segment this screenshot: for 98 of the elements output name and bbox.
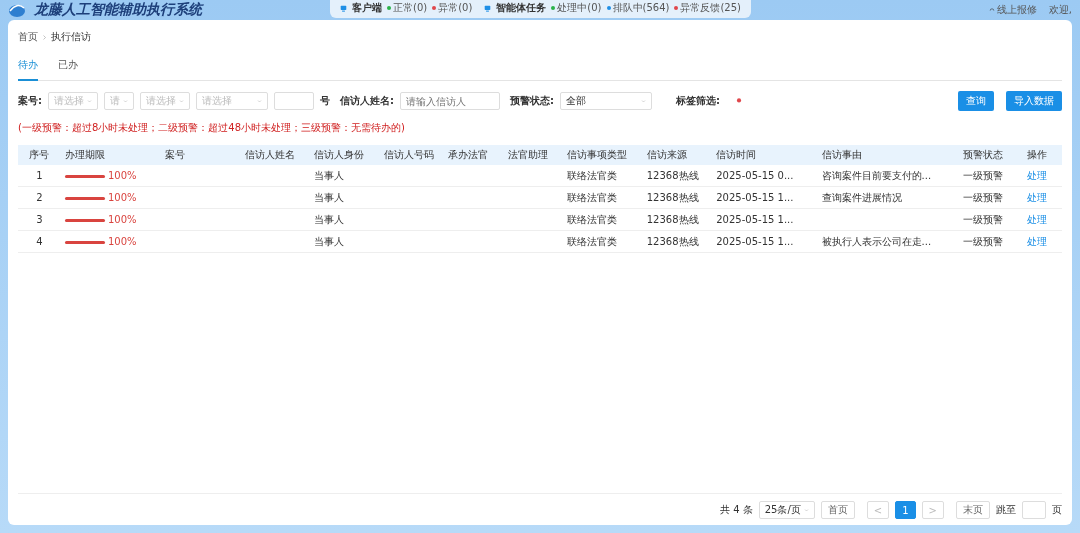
column-header: 预警状态: [958, 145, 1024, 165]
table-cell: 一级预警: [962, 213, 1003, 225]
column-header: 信访人号码: [379, 145, 445, 165]
table-cell: 2025-05-15 1...: [716, 192, 794, 203]
table-cell: 2: [36, 192, 43, 203]
process-link[interactable]: 处理: [1027, 213, 1048, 225]
process-link[interactable]: 处理: [1027, 169, 1048, 181]
column-header: 信访人姓名: [240, 145, 311, 165]
progress-percent: 100%: [107, 192, 137, 203]
last-page-button[interactable]: 末页: [956, 501, 990, 519]
logo-icon: [8, 2, 26, 18]
caret-icon: [87, 98, 92, 104]
chevron-icon: [42, 34, 47, 40]
table-cell: 被执行人表示公司在走...: [821, 235, 932, 247]
column-header: 案号: [161, 145, 241, 165]
tab[interactable]: 已办: [58, 54, 78, 81]
progress-percent: 100%: [107, 170, 137, 181]
table-cell: 2025-05-15 0...: [716, 170, 794, 181]
status-count: 异常反馈(25): [674, 1, 741, 15]
status-count: 处理中(0): [551, 1, 602, 15]
table-cell: 联络法官类: [566, 235, 617, 247]
status-count: 排队中(564): [606, 1, 670, 15]
page-input[interactable]: [1022, 501, 1046, 519]
input-field[interactable]: 请输入信访人: [400, 92, 500, 110]
import-button[interactable]: 导入数据: [1006, 91, 1062, 111]
app-title: 龙藤人工智能辅助执行系统: [34, 1, 202, 19]
table-cell: 联络法官类: [566, 169, 617, 181]
caret-icon: [257, 98, 262, 104]
table-cell: 当事人: [314, 191, 345, 203]
caret-icon: [179, 98, 184, 104]
table-cell: 1: [36, 170, 43, 181]
process-link[interactable]: 处理: [1027, 191, 1048, 203]
progress-percent: 100%: [107, 236, 137, 247]
table-cell: 当事人: [314, 169, 345, 181]
pin-icon: [736, 98, 742, 104]
select-field[interactable]: 请: [104, 92, 134, 110]
table-cell: 12368热线: [646, 169, 699, 181]
breadcrumb-current: 执行信访: [51, 30, 91, 44]
field-label: 预警状态:: [510, 94, 554, 108]
select-field[interactable]: 请选择: [140, 92, 190, 110]
caret-icon: [803, 507, 809, 513]
tab[interactable]: 待办: [18, 54, 38, 81]
status-count: 正常(0): [387, 1, 428, 15]
select-field[interactable]: 请选择: [196, 92, 268, 110]
table-cell: 2025-05-15 1...: [716, 236, 794, 247]
select-field[interactable]: 全部: [560, 92, 652, 110]
status-count: 异常(0): [432, 1, 473, 15]
column-header: 办理期限: [60, 145, 162, 165]
table-cell: 一级预警: [962, 169, 1003, 181]
column-header: 信访事由: [817, 145, 959, 165]
field-label: 号: [320, 94, 330, 108]
table-cell: 查询案件进展情况: [821, 191, 902, 203]
table-cell: 联络法官类: [566, 213, 617, 225]
table-cell: 一级预警: [962, 191, 1003, 203]
column-header: 承办法官: [444, 145, 504, 165]
table-cell: 当事人: [314, 235, 345, 247]
column-header: 信访人身份: [310, 145, 380, 165]
total-count: 共 4 条: [720, 503, 753, 517]
field-label: 案号:: [18, 94, 42, 108]
status-group-label: 智能体任务: [496, 1, 547, 15]
page-button[interactable]: 1: [895, 501, 916, 519]
column-header: 法官助理: [503, 145, 563, 165]
breadcrumb-link[interactable]: 首页: [18, 30, 38, 44]
column-header: 操作: [1023, 145, 1062, 165]
page-size-select[interactable]: 25条/页: [758, 501, 815, 519]
progress-percent: 100%: [107, 214, 137, 225]
prev-page-button[interactable]: <: [866, 501, 890, 519]
goto-label: 页: [1052, 503, 1062, 517]
column-header: 序号: [18, 145, 61, 165]
warning-note: (一级预警：超过8小时未处理；二级预警：超过48小时未处理；三级预警：无需待办的): [18, 121, 406, 135]
table-cell: 12368热线: [646, 213, 699, 225]
table-cell: 3: [36, 214, 43, 225]
table-cell: 联络法官类: [566, 191, 617, 203]
column-header: 信访来源: [642, 145, 713, 165]
select-field[interactable]: 请选择: [48, 92, 98, 110]
goto-label: 跳至: [996, 503, 1016, 517]
repair-link[interactable]: 线上报修: [988, 3, 1037, 17]
table-cell: 12368热线: [646, 235, 699, 247]
table-cell: 4: [36, 236, 43, 247]
table-cell: 咨询案件目前要支付的...: [821, 169, 932, 181]
search-button[interactable]: 查询: [958, 91, 994, 111]
field-label: 信访人姓名:: [340, 94, 394, 108]
status-group-label: 客户端: [352, 1, 382, 15]
field-label: 标签筛选:: [676, 94, 720, 108]
next-page-button[interactable]: >: [921, 501, 944, 519]
column-header: 信访时间: [712, 145, 818, 165]
caret-icon: [641, 98, 646, 104]
table-cell: 一级预警: [962, 235, 1003, 247]
first-page-button[interactable]: 首页: [820, 501, 855, 519]
monitor-icon: [340, 4, 347, 12]
input-field[interactable]: [274, 92, 314, 110]
welcome-text: 欢迎,: [1048, 3, 1072, 17]
table-cell: 2025-05-15 1...: [716, 214, 794, 225]
table-cell: 当事人: [314, 213, 345, 225]
caret-icon: [123, 98, 128, 104]
column-header: 信访事项类型: [562, 145, 643, 165]
process-link[interactable]: 处理: [1027, 235, 1048, 247]
table-cell: 12368热线: [646, 191, 699, 203]
